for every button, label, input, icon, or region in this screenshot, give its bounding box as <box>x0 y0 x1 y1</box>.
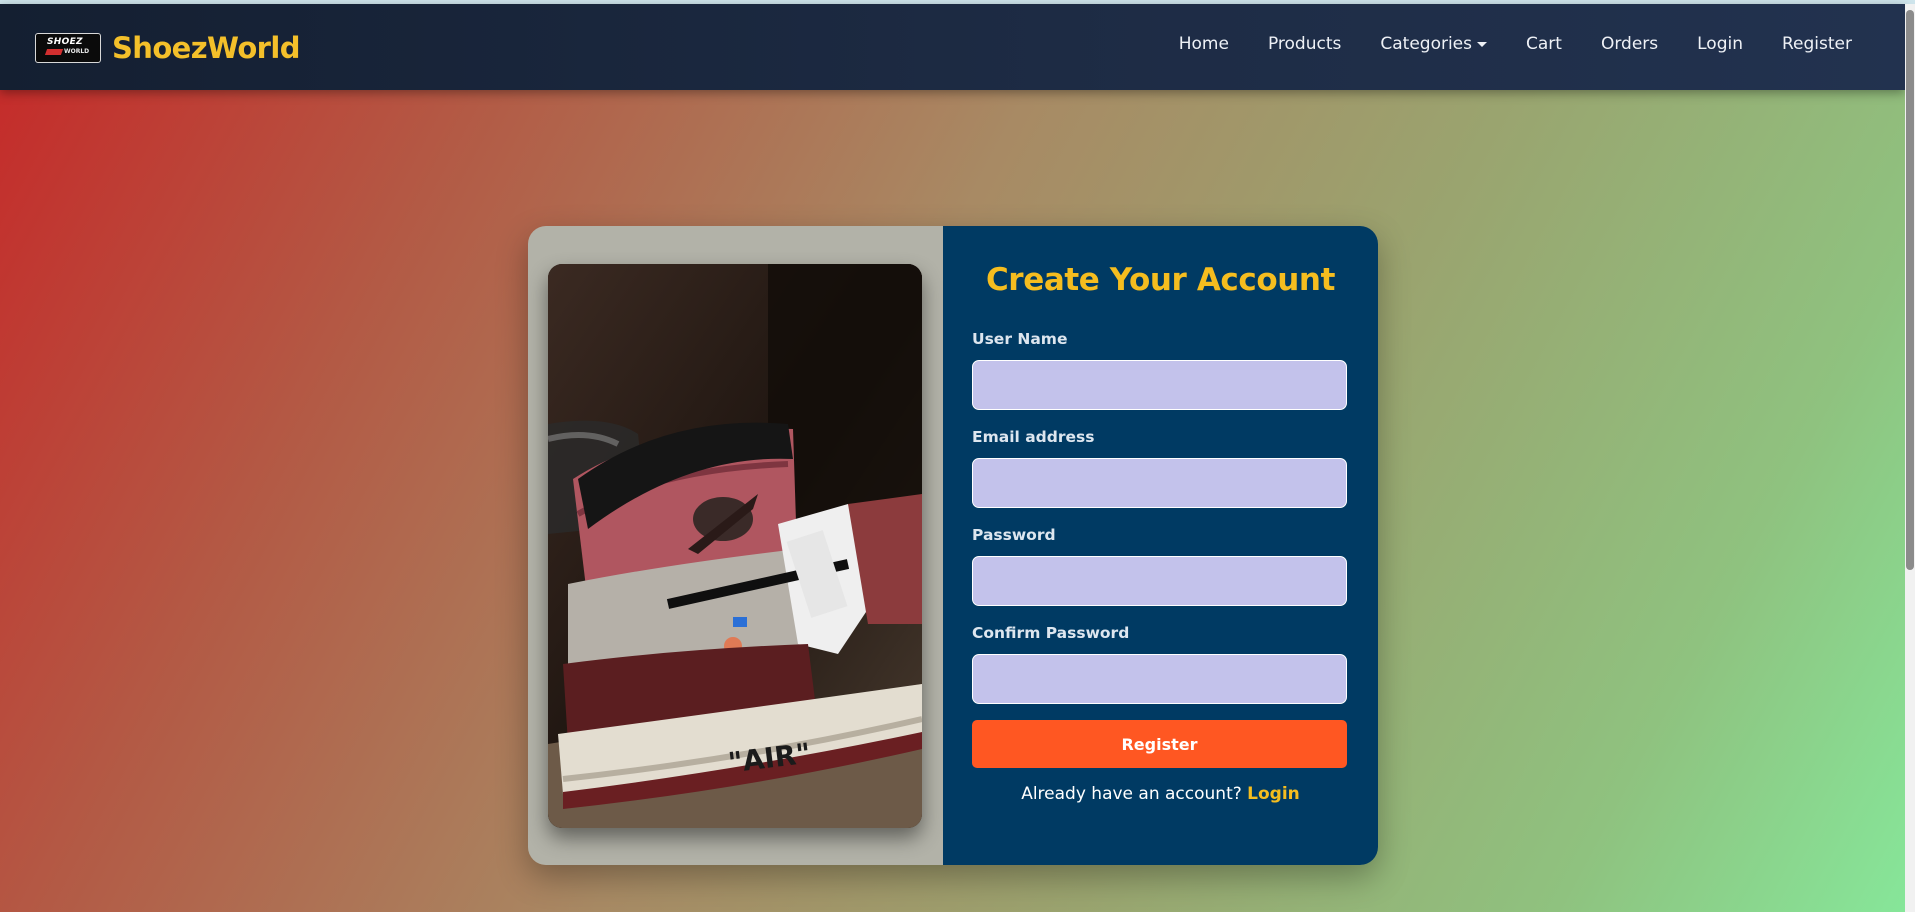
caret-down-icon <box>1477 41 1487 47</box>
username-input[interactable] <box>972 360 1347 410</box>
email-label: Email address <box>972 428 1095 446</box>
card-form-panel: Create Your Account User Name Email addr… <box>943 226 1378 865</box>
nav-links: Home Products Categories Cart Orders Log… <box>1179 34 1852 54</box>
username-label: User Name <box>972 330 1068 348</box>
register-button[interactable]: Register <box>972 720 1347 768</box>
nav-login[interactable]: Login <box>1697 34 1743 54</box>
password-input[interactable] <box>972 556 1347 606</box>
nav-home[interactable]: Home <box>1179 34 1229 54</box>
confirm-password-input[interactable] <box>972 654 1347 704</box>
scrollbar-track[interactable] <box>1905 4 1915 912</box>
nav-cart[interactable]: Cart <box>1526 34 1562 54</box>
logo-text-bottom: WORLD <box>64 48 90 55</box>
scrollbar-thumb[interactable] <box>1906 10 1914 570</box>
password-label: Password <box>972 526 1056 544</box>
nav-categories-label: Categories <box>1380 34 1472 54</box>
brand[interactable]: SHOEZ WORLD ShoezWorld <box>35 31 300 65</box>
email-input[interactable] <box>972 458 1347 508</box>
nav-orders[interactable]: Orders <box>1601 34 1658 54</box>
confirm-password-label: Confirm Password <box>972 624 1130 642</box>
brand-logo: SHOEZ WORLD <box>35 33 101 63</box>
sneaker-photo: "AIR" <box>548 264 922 828</box>
login-prompt: Already have an account? Login <box>943 784 1378 804</box>
nav-products[interactable]: Products <box>1268 34 1341 54</box>
login-link[interactable]: Login <box>1247 784 1300 804</box>
login-prompt-text: Already have an account? <box>1021 784 1242 804</box>
brand-name[interactable]: ShoezWorld <box>112 31 300 65</box>
navbar: SHOEZ WORLD ShoezWorld Home Products Cat… <box>0 4 1905 90</box>
nav-categories-dropdown[interactable]: Categories <box>1380 34 1487 54</box>
logo-red-bar <box>44 49 64 55</box>
form-title: Create Your Account <box>985 262 1336 298</box>
sneaker-illustration: "AIR" <box>548 264 922 828</box>
nav-register[interactable]: Register <box>1782 34 1852 54</box>
card-image-panel: "AIR" <box>528 226 943 865</box>
register-card: "AIR" Create Your Account User Name Emai… <box>528 226 1378 865</box>
logo-text-top: SHOEZ <box>47 37 83 47</box>
